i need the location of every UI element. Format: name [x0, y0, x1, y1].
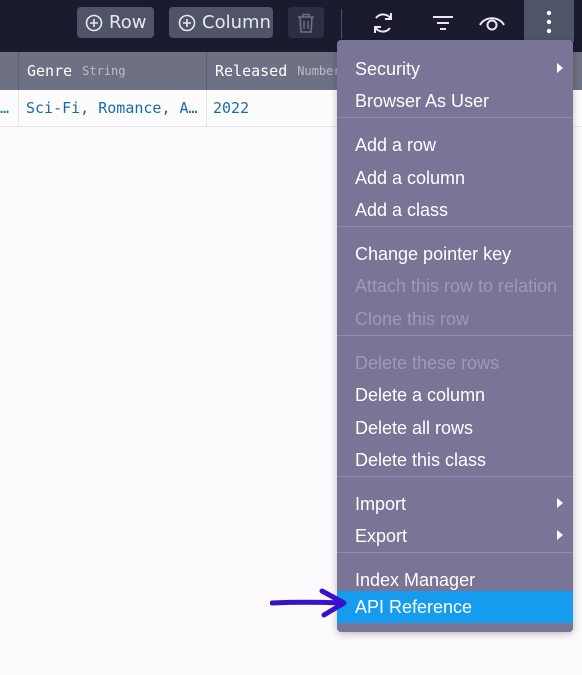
visibility-button[interactable]: [477, 8, 507, 38]
refresh-icon: [374, 13, 392, 33]
menu-item-label: Add a row: [355, 134, 437, 155]
plus-circle-icon: [85, 14, 103, 31]
more-menu-button[interactable]: [524, 0, 574, 42]
menu-item-clone-row: Clone this row: [337, 303, 573, 335]
menu-item-delete-class[interactable]: Delete this class: [337, 444, 573, 476]
menu-divider: [337, 335, 573, 336]
menu-item-delete-rows: Delete these rows: [337, 347, 573, 379]
plus-circle-icon: [178, 14, 196, 31]
trash-icon: [298, 13, 314, 33]
add-row-button[interactable]: Row: [77, 7, 154, 38]
menu-item-label: Index Manager: [355, 569, 476, 590]
menu-item-change-pointer-key[interactable]: Change pointer key: [337, 238, 573, 270]
menu-item-browser-as-user[interactable]: Browser As User: [337, 85, 573, 117]
eye-icon: [479, 17, 505, 31]
column-header-genre[interactable]: Genre String: [19, 52, 207, 90]
more-vertical-icon: [546, 10, 552, 34]
chevron-right-icon: [557, 63, 563, 73]
menu-item-add-class[interactable]: Add a class: [337, 194, 573, 226]
menu-item-label: Delete a column: [355, 384, 486, 405]
menu-item-label: Security: [355, 58, 421, 79]
menu-item-label: Delete these rows: [355, 352, 500, 373]
menu-item-export[interactable]: Export: [337, 520, 573, 552]
table-cell[interactable]: …: [0, 90, 19, 126]
menu-item-delete-all-rows[interactable]: Delete all rows: [337, 412, 573, 444]
menu-item-add-column[interactable]: Add a column: [337, 162, 573, 194]
chevron-right-icon: [557, 530, 563, 540]
menu-item-label: Delete this class: [355, 449, 487, 470]
more-menu: Security Browser As User Add a row Add a…: [337, 40, 573, 632]
menu-item-label: Delete all rows: [355, 417, 474, 438]
add-column-button[interactable]: Column: [169, 7, 273, 38]
column-name: Genre: [27, 62, 73, 80]
menu-item-label: API Reference: [355, 596, 473, 617]
menu-item-label: Import: [355, 493, 407, 514]
menu-divider: [337, 117, 573, 118]
menu-item-attach-row-to-relation: Attach this row to relation: [337, 270, 573, 302]
menu-item-label: Add a column: [355, 167, 466, 188]
menu-divider: [337, 476, 573, 477]
chevron-right-icon: [557, 498, 563, 508]
toolbar-divider: [341, 9, 342, 39]
menu-item-label: Add a class: [355, 199, 449, 220]
menu-item-label: Browser As User: [355, 90, 490, 111]
add-row-label: Row: [109, 12, 147, 33]
menu-item-security[interactable]: Security: [337, 53, 573, 85]
column-type: Number: [297, 64, 341, 78]
annotation-arrow-icon: [270, 588, 347, 618]
menu-item-label: Change pointer key: [355, 243, 512, 264]
filter-icon: [433, 16, 453, 30]
column-header[interactable]: [0, 52, 19, 90]
delete-button[interactable]: [288, 7, 324, 38]
menu-divider: [337, 226, 573, 227]
menu-divider: [337, 552, 573, 553]
column-type: String: [82, 64, 126, 78]
column-name: Released: [215, 62, 288, 80]
menu-item-import[interactable]: Import: [337, 488, 573, 520]
filter-button[interactable]: [428, 8, 458, 38]
menu-item-api-reference[interactable]: API Reference: [337, 591, 573, 623]
menu-item-label: Attach this row to relation: [355, 275, 558, 296]
refresh-button[interactable]: [368, 8, 398, 38]
menu-item-label: Export: [355, 525, 408, 546]
add-column-label: Column: [202, 12, 271, 33]
menu-item-add-row[interactable]: Add a row: [337, 129, 573, 161]
table-cell-genre[interactable]: Sci-Fi, Romance, A…: [19, 90, 207, 126]
menu-item-delete-column[interactable]: Delete a column: [337, 379, 573, 411]
menu-item-label: Clone this row: [355, 308, 470, 329]
